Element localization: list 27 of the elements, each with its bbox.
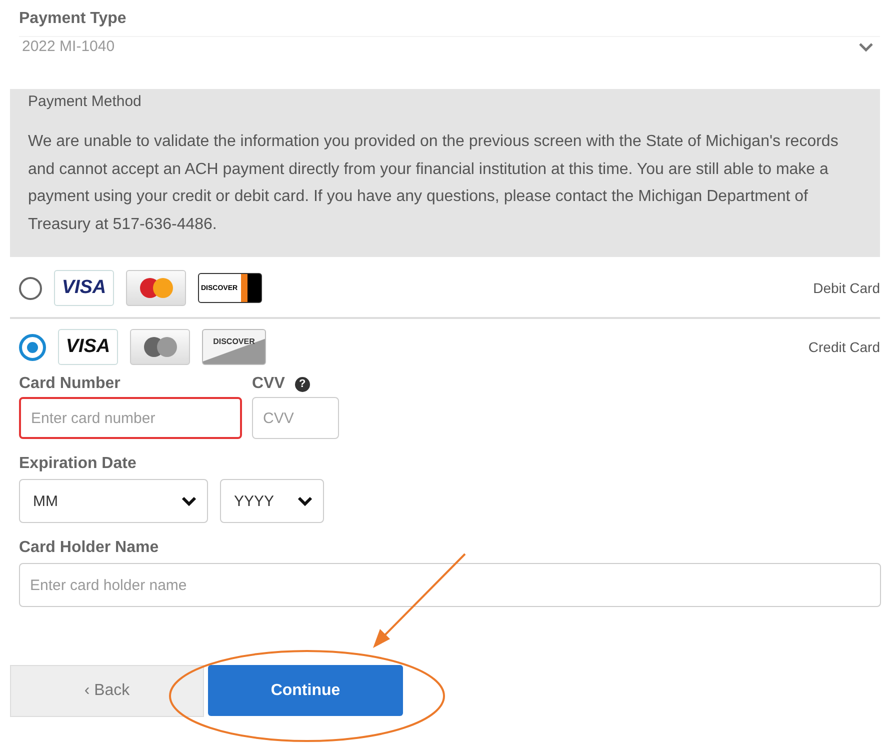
field-label: CVV — [252, 375, 285, 393]
radio-button[interactable] — [19, 334, 46, 360]
card-logo — [130, 329, 190, 365]
card-number-field[interactable]: Enter card number — [19, 397, 242, 439]
card-holder-field[interactable]: Enter card holder name — [19, 563, 881, 607]
field-label: Card Number — [19, 375, 122, 393]
card-logo — [126, 270, 186, 306]
continue-button[interactable]: Continue — [208, 665, 403, 716]
chevron-icon — [181, 496, 197, 506]
notice-text: We are unable to validate the information you provided on the previous screen with the State of Michigan's records and cannot accept an ACH payment directly from your financial institution at this time. You are still able to make a payment using your credit or debit card. If you have any questions, please contact the Michigan Department of Treasury at 517-636-4486. — [28, 132, 840, 234]
chevron-icon — [858, 42, 874, 52]
card-logo: VISA — [58, 329, 118, 365]
panel-title: Payment Method — [28, 93, 142, 110]
back-button[interactable]: ‹ Back — [10, 665, 204, 717]
field-label: Card Holder Name — [18, 539, 160, 557]
field-label: Payment Type — [19, 10, 128, 28]
card-logo: DISCOVER — [202, 329, 266, 365]
card-type-label: Credit Card — [808, 339, 880, 355]
card-type-label: Debit Card — [813, 280, 880, 296]
field-label: Expiration Date — [18, 455, 138, 473]
month-select[interactable]: MM — [19, 479, 208, 523]
radio-button[interactable] — [19, 276, 42, 300]
help-icon[interactable]: ? — [294, 376, 310, 392]
chevron-icon — [297, 496, 313, 506]
year-select[interactable]: YYYY — [220, 479, 324, 523]
card-logo: VISA — [54, 270, 114, 306]
cvv-field[interactable]: CVV — [252, 397, 339, 439]
